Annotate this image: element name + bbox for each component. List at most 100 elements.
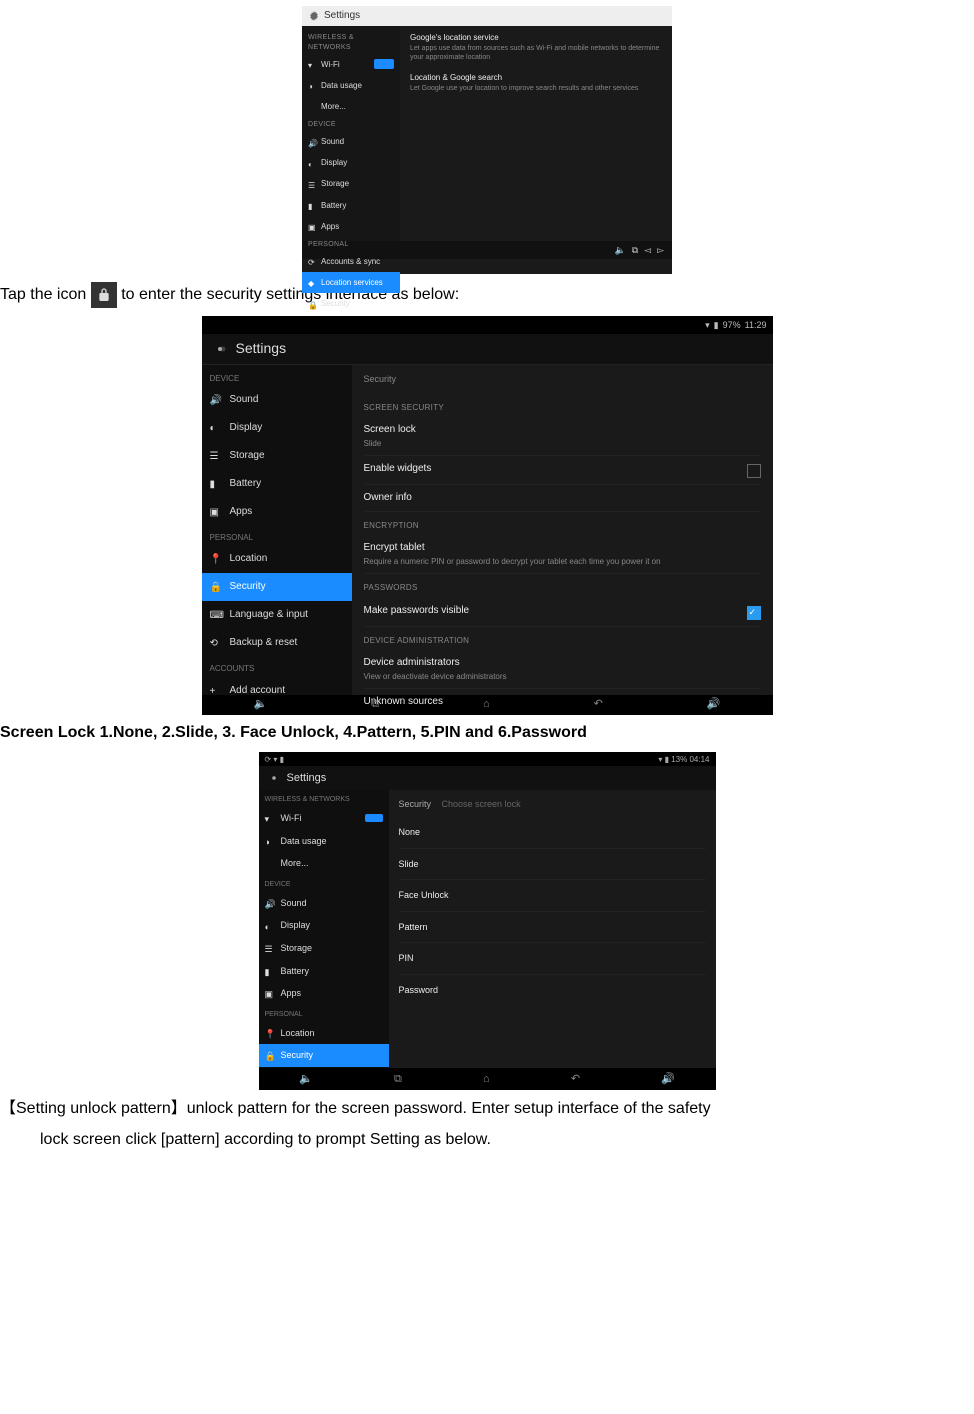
row-owner-info[interactable]: Owner info — [364, 485, 761, 512]
recent-icon[interactable]: ⧉ — [394, 1072, 402, 1087]
sidebar-item-battery[interactable]: ▮Battery — [202, 470, 352, 498]
back-icon[interactable]: ◅ — [644, 244, 651, 257]
sidebar-item-battery[interactable]: ▮Battery — [302, 195, 400, 216]
option-password[interactable]: Password — [399, 975, 706, 1006]
checkbox-enable-widgets[interactable] — [747, 464, 761, 478]
screenshot-location-services: Settings WIRELESS & NETWORKS ▾Wi-Fi ◑Dat… — [302, 6, 672, 274]
sidebar-item-storage[interactable]: ☰Storage — [202, 442, 352, 470]
content-pane: Google's location service Let apps use d… — [400, 26, 672, 241]
option-pin[interactable]: PIN — [399, 943, 706, 975]
backup-icon: ⟲ — [210, 637, 222, 649]
sidebar-item-wifi[interactable]: ▾Wi-Fi — [259, 807, 389, 830]
sidebar-item-security[interactable]: 🔒Security — [259, 1044, 389, 1067]
sidebar-item-apps[interactable]: ▣Apps — [302, 216, 400, 237]
option-none[interactable]: None — [399, 817, 706, 849]
wifi-toggle[interactable] — [365, 814, 383, 822]
instruction-tap-icon: Tap the icon to enter the security setti… — [0, 282, 974, 308]
instruction-pattern-line1: 【Setting unlock pattern】unlock pattern f… — [0, 1098, 974, 1120]
row-screen-lock[interactable]: Screen lockSlide — [364, 417, 761, 456]
recent-icon[interactable]: ⧉ — [632, 244, 638, 257]
volume2-icon[interactable]: 🔊 — [661, 1072, 675, 1087]
battery-icon: ▮ — [714, 319, 719, 332]
section-accounts: ACCOUNTS — [202, 657, 352, 676]
section-device: DEVICE — [259, 875, 389, 892]
row-google-location-service[interactable]: Google's location service Let apps use d… — [410, 32, 662, 62]
home-icon[interactable]: ⌂ — [483, 697, 490, 712]
sidebar-item-apps[interactable]: ▣Apps — [202, 498, 352, 526]
sidebar-item-data-usage[interactable]: ◑Data usage — [302, 75, 400, 96]
section-personal: PERSONAL — [202, 526, 352, 545]
option-pattern[interactable]: Pattern — [399, 912, 706, 944]
section-encryption: ENCRYPTION — [364, 520, 761, 531]
sound-icon: 🔊 — [265, 898, 275, 908]
speaker-icon[interactable]: 🔈 — [615, 244, 626, 257]
lock-icon: 🔒 — [210, 581, 222, 593]
section-personal: PERSONAL — [259, 1005, 389, 1022]
battery-icon: ▮ — [265, 966, 275, 976]
volume-icon[interactable]: 🔈 — [253, 697, 267, 712]
row-make-passwords-visible[interactable]: Make passwords visible — [364, 598, 761, 627]
wifi-toggle[interactable] — [374, 59, 394, 69]
sidebar-item-display[interactable]: ◐Display — [202, 414, 352, 442]
data-icon: ◑ — [265, 836, 275, 846]
apps-icon: ▣ — [210, 506, 222, 518]
sync-icon: ⟳ — [308, 257, 316, 265]
sidebar-item-apps[interactable]: ▣Apps — [259, 982, 389, 1005]
section-wireless: WIRELESS & NETWORKS — [259, 790, 389, 807]
recent-icon[interactable]: ⧉ — [371, 697, 379, 712]
volume2-icon[interactable]: 🔊 — [707, 697, 721, 712]
sidebar-item-sound[interactable]: 🔊Sound — [202, 386, 352, 414]
row-encrypt-tablet[interactable]: Encrypt tabletRequire a numeric PIN or p… — [364, 535, 761, 574]
sidebar-item-battery[interactable]: ▮Battery — [259, 960, 389, 983]
status-left-icons: ⟳ ▾ ▮ — [265, 754, 285, 765]
checkbox-passwords-visible[interactable] — [747, 606, 761, 620]
option-face-unlock[interactable]: Face Unlock — [399, 880, 706, 912]
sidebar-item-location[interactable]: 📍Location — [259, 1022, 389, 1045]
sidebar-item-more[interactable]: More... — [302, 96, 400, 117]
settings-sidebar: WIRELESS & NETWORKS ▾Wi-Fi ◑Data usage M… — [302, 26, 400, 241]
forward-icon[interactable]: ▻ — [657, 244, 664, 257]
sidebar-item-sound[interactable]: 🔊Sound — [259, 892, 389, 915]
instruction-pattern-line2: lock screen click [pattern] according to… — [40, 1129, 974, 1151]
back-icon[interactable]: ↶ — [571, 1072, 580, 1087]
lock-icon — [91, 282, 117, 308]
status-bar: ▾ ▮ 97% 11:29 — [202, 316, 773, 334]
window-titlebar: Settings — [302, 6, 672, 26]
sidebar-item-security[interactable]: 🔒Security — [302, 293, 400, 314]
sound-icon: 🔊 — [308, 138, 316, 146]
sidebar-item-sound[interactable]: 🔊Sound — [302, 131, 400, 152]
battery-text: 97% — [723, 319, 741, 332]
home-icon[interactable]: ⌂ — [483, 1072, 490, 1087]
sidebar-item-wifi[interactable]: ▾Wi-Fi — [302, 54, 400, 75]
row-unknown-sources[interactable]: Unknown sources — [364, 689, 761, 715]
clock: 04:14 — [689, 755, 709, 764]
sidebar-item-more[interactable]: More... — [259, 852, 389, 875]
row-device-administrators[interactable]: Device administratorsView or deactivate … — [364, 650, 761, 689]
row-location-google-search[interactable]: Location & Google search Let Google use … — [410, 72, 662, 94]
option-slide[interactable]: Slide — [399, 849, 706, 881]
data-icon: ◑ — [308, 81, 316, 89]
sidebar-item-backup-reset[interactable]: ⟲Backup & reset — [202, 629, 352, 657]
back-icon[interactable]: ↶ — [594, 697, 603, 712]
content-pane: Security SCREEN SECURITY Screen lockSlid… — [352, 365, 773, 695]
sidebar-item-display[interactable]: ◐Display — [259, 914, 389, 937]
section-personal: PERSONAL — [302, 237, 400, 251]
sidebar-item-location-services[interactable]: ◆Location services — [302, 272, 400, 293]
battery-icon: ▮ — [210, 478, 222, 490]
sidebar-item-storage[interactable]: ☰Storage — [259, 937, 389, 960]
sidebar-item-display[interactable]: ◐Display — [302, 152, 400, 173]
sidebar-item-data-usage[interactable]: ◑Data usage — [259, 830, 389, 853]
sidebar-item-storage[interactable]: ☰Storage — [302, 173, 400, 194]
navbar: 🔈 ⧉ ⌂ ↶ 🔊 — [259, 1068, 716, 1090]
sidebar-item-location[interactable]: 📍Location — [202, 545, 352, 573]
volume-icon[interactable]: 🔈 — [299, 1072, 313, 1087]
row-enable-widgets[interactable]: Enable widgets — [364, 456, 761, 485]
settings-sidebar: WIRELESS & NETWORKS ▾Wi-Fi ◑Data usage M… — [259, 790, 389, 1068]
clock: 11:29 — [745, 319, 767, 332]
sidebar-item-accounts-sync[interactable]: ⟳Accounts & sync — [302, 251, 400, 272]
sidebar-item-security[interactable]: 🔒Security — [202, 573, 352, 601]
sidebar-item-language[interactable]: ⌨Language & input — [202, 601, 352, 629]
location-icon: 📍 — [265, 1028, 275, 1038]
gear-icon — [267, 771, 281, 785]
sidebar-item-add-account[interactable]: +Add account — [202, 677, 352, 705]
